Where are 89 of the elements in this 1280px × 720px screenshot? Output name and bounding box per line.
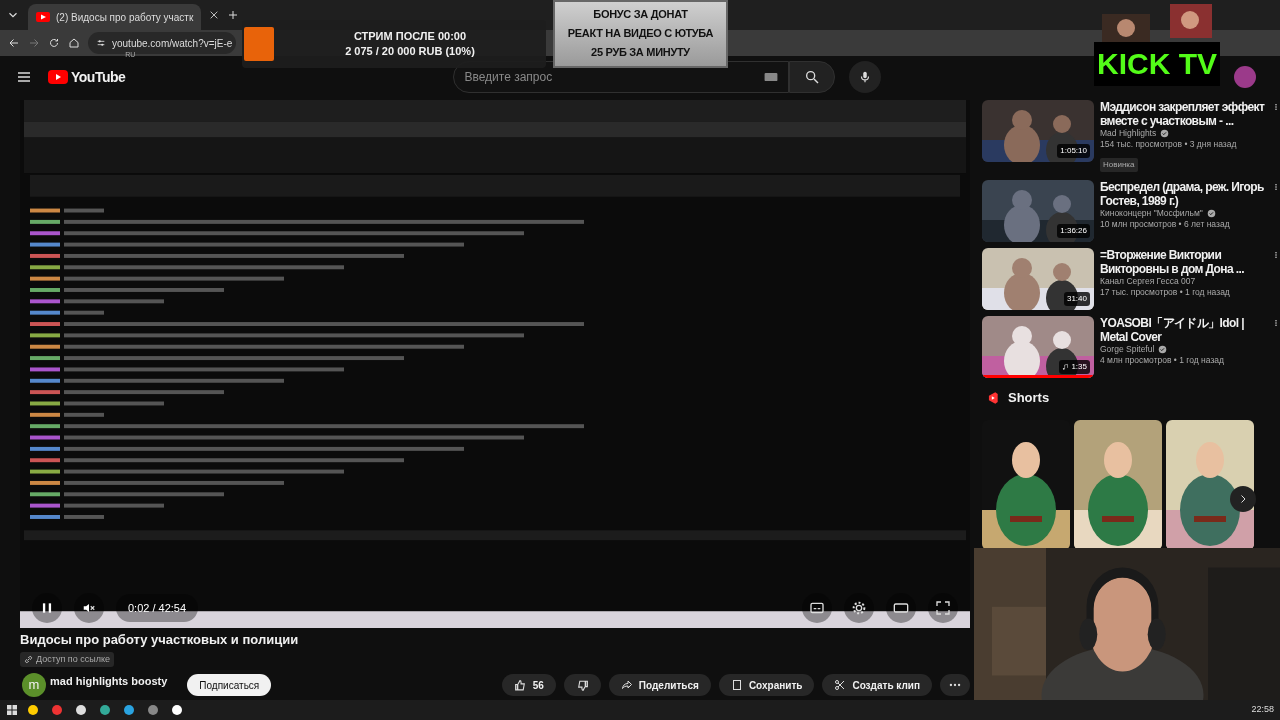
play-icon xyxy=(48,70,68,84)
channel-name[interactable]: Mad Highlights xyxy=(1100,128,1157,139)
video-meta: 17 тыс. просмотров • 1 год назад xyxy=(1100,287,1231,298)
back-icon[interactable] xyxy=(8,37,20,49)
keyboard-icon[interactable] xyxy=(764,72,779,82)
access-badge: Доступ по ссылке xyxy=(20,651,114,668)
tab-title: (2) Видосы про работу участк xyxy=(56,10,194,25)
app-icon xyxy=(51,704,63,716)
music-note-icon xyxy=(1062,363,1070,371)
stream-logo: KICK TV xyxy=(1094,42,1220,86)
plate-text: БОНУС ЗА ДОНАТ xyxy=(592,7,689,22)
new-badge: Новинка xyxy=(1100,158,1138,172)
fullscreen-icon xyxy=(935,600,951,616)
video-meta: 4 млн просмотров • 1 год назад xyxy=(1100,355,1225,366)
youtube-logo[interactable]: YouTube xyxy=(48,66,126,88)
plate-text: 25 РУБ ЗА МИНУТУ xyxy=(590,45,691,60)
subtitles-icon xyxy=(809,600,825,616)
app-icon xyxy=(75,704,87,716)
video-thumbnail[interactable]: 1:36:26 xyxy=(982,180,1094,242)
voice-search-button[interactable] xyxy=(849,61,882,93)
clip-button[interactable]: Создать клип xyxy=(822,674,932,696)
app-icon xyxy=(171,704,183,716)
video-title[interactable]: =Вторжение Виктории Викторовны в дом Дона ... xyxy=(1100,248,1266,276)
site-info-icon[interactable] xyxy=(96,38,106,48)
new-tab-icon[interactable] xyxy=(227,9,240,21)
volume-button[interactable] xyxy=(74,593,104,623)
clock-time: 22:58 xyxy=(1251,703,1274,717)
video-title[interactable]: YOASOBI「アイドル」Idol | Metal Cover xyxy=(1100,316,1266,344)
fullscreen-button[interactable] xyxy=(928,593,958,623)
home-icon[interactable] xyxy=(68,37,80,49)
save-button[interactable]: Сохранить xyxy=(718,674,815,696)
app-icon xyxy=(147,704,159,716)
goal-title: СТРИМ ПОСЛЕ 00:00 xyxy=(352,29,468,44)
share-arrow-icon xyxy=(620,679,633,691)
section-title: Shorts xyxy=(1008,389,1050,407)
channel-name[interactable]: Канал Сергея Гесса 007 xyxy=(1100,276,1196,287)
muted-icon xyxy=(82,601,96,615)
forward-icon[interactable] xyxy=(28,37,40,49)
video-title[interactable]: Беспредел (драма, реж. Игорь Гостев, 1989 г.) xyxy=(1100,180,1266,208)
shorts-icon xyxy=(986,389,1000,406)
browser-tab[interactable]: (2) Видосы про работу участк xyxy=(28,4,202,30)
link-icon xyxy=(24,655,33,664)
youtube-icon xyxy=(36,12,50,22)
video-title: Видосы про работу участковых и полиции xyxy=(20,632,300,647)
theater-icon xyxy=(893,600,909,616)
thumbs-up-icon xyxy=(513,678,527,692)
scissors-icon xyxy=(834,679,847,691)
channel-name[interactable]: Киноконцерн "Мосфильм" xyxy=(1100,208,1203,219)
goal-icon xyxy=(244,27,274,61)
share-button[interactable]: Поделиться xyxy=(608,674,711,696)
subscribe-button[interactable]: Подписаться xyxy=(187,674,272,696)
search-icon xyxy=(804,69,821,85)
video-meta: 10 млн просмотров • 6 лет назад xyxy=(1100,219,1231,230)
windows-icon[interactable] xyxy=(6,704,18,716)
like-button[interactable]: 56 xyxy=(501,674,556,696)
duration-label: 1:35 xyxy=(1059,360,1090,374)
channel-name[interactable]: mad highlights boosty xyxy=(50,673,168,690)
menu-icon[interactable] xyxy=(16,69,32,85)
search-placeholder: Введите запрос xyxy=(464,69,553,86)
account-avatar[interactable] xyxy=(1234,66,1256,88)
settings-icon xyxy=(851,600,867,616)
settings-button[interactable] xyxy=(844,593,874,623)
reload-icon[interactable] xyxy=(48,37,60,49)
square-icon xyxy=(730,679,743,691)
channel-avatar[interactable]: m xyxy=(22,673,46,697)
video-thumbnail[interactable]: 1:35 xyxy=(982,316,1094,378)
dislike-button[interactable] xyxy=(563,674,601,696)
duration-label: 1:36:26 xyxy=(1057,224,1090,238)
url-text: youtube.com/watch?v=jE-e xyxy=(112,36,233,51)
close-icon[interactable] xyxy=(209,10,220,20)
pause-button[interactable] xyxy=(32,593,62,623)
video-thumbnail[interactable]: 31:40 xyxy=(982,248,1094,310)
pause-icon xyxy=(40,601,54,615)
plate-text: РЕАКТ НА ВИДЕО С ЮТУБА xyxy=(566,26,715,41)
video-meta: 154 тыс. просмотров • 3 дня назад xyxy=(1100,139,1238,150)
subtitles-button[interactable] xyxy=(802,593,832,623)
time-display: 0:02 / 42:54 xyxy=(116,593,199,623)
video-thumbnail[interactable]: 1:05:10 xyxy=(982,100,1094,162)
app-icon xyxy=(123,704,135,716)
app-icon xyxy=(99,704,111,716)
channel-name[interactable]: Gorge Spiteful xyxy=(1100,344,1155,355)
goal-amount: 2 075 / 20 000 RUB (10%) xyxy=(344,44,476,59)
video-title[interactable]: Мэддисон закрепляет эффект вместе с участковым - ... xyxy=(1100,100,1266,128)
duration-label: 1:05:10 xyxy=(1057,144,1090,158)
thumbs-down-icon xyxy=(575,678,589,692)
search-button[interactable] xyxy=(789,61,836,93)
theater-button[interactable] xyxy=(886,593,916,623)
duration-label: 31:40 xyxy=(1063,292,1090,306)
app-icon xyxy=(27,704,39,716)
